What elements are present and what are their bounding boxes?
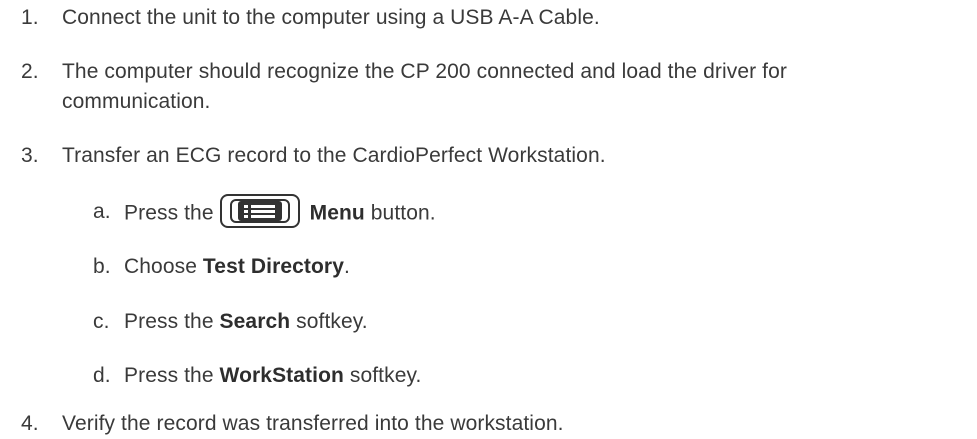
step-number: 3.: [21, 144, 39, 167]
substep-post: softkey.: [290, 310, 368, 333]
step-number: 2.: [21, 60, 39, 83]
substep-pre: Press the: [124, 364, 220, 387]
substep-pre: Choose: [124, 255, 203, 278]
step-number: 1.: [21, 6, 39, 29]
substep-text: Choose Test Directory.: [124, 255, 350, 279]
menu-button-icon: [219, 194, 300, 228]
step-text-line-2: communication.: [62, 90, 211, 113]
substep-text: Press the Search softkey.: [124, 310, 368, 334]
substep-bold: Test Directory: [202, 255, 344, 278]
substep-bold: WorkStation: [219, 364, 344, 387]
substep-letter: b.: [93, 255, 111, 278]
step-text: Transfer an ECG record to the CardioPerf…: [62, 144, 606, 167]
substep-text: Press the Menu button.: [124, 194, 436, 228]
substep-pre: Press the: [124, 201, 214, 225]
substep-bold: Search: [219, 310, 291, 333]
substep-post: softkey.: [343, 364, 422, 387]
substep-pre: Press the: [124, 310, 220, 333]
substep-post: .: [343, 255, 350, 278]
substep-letter: d.: [93, 364, 111, 387]
substep-letter: a.: [93, 200, 111, 223]
substep-bold: Menu: [309, 201, 365, 225]
step-text-line-1: The computer should recognize the CP 200…: [62, 60, 787, 83]
step-text: Verify the record was transferred into t…: [62, 412, 564, 435]
substep-letter: c.: [93, 310, 110, 333]
substep-text: Press the WorkStation softkey.: [124, 364, 421, 388]
menu-list-icon: [237, 201, 282, 221]
step-text: Connect the unit to the computer using a…: [62, 6, 600, 29]
substep-post: button.: [364, 201, 436, 225]
step-number: 4.: [21, 412, 39, 435]
